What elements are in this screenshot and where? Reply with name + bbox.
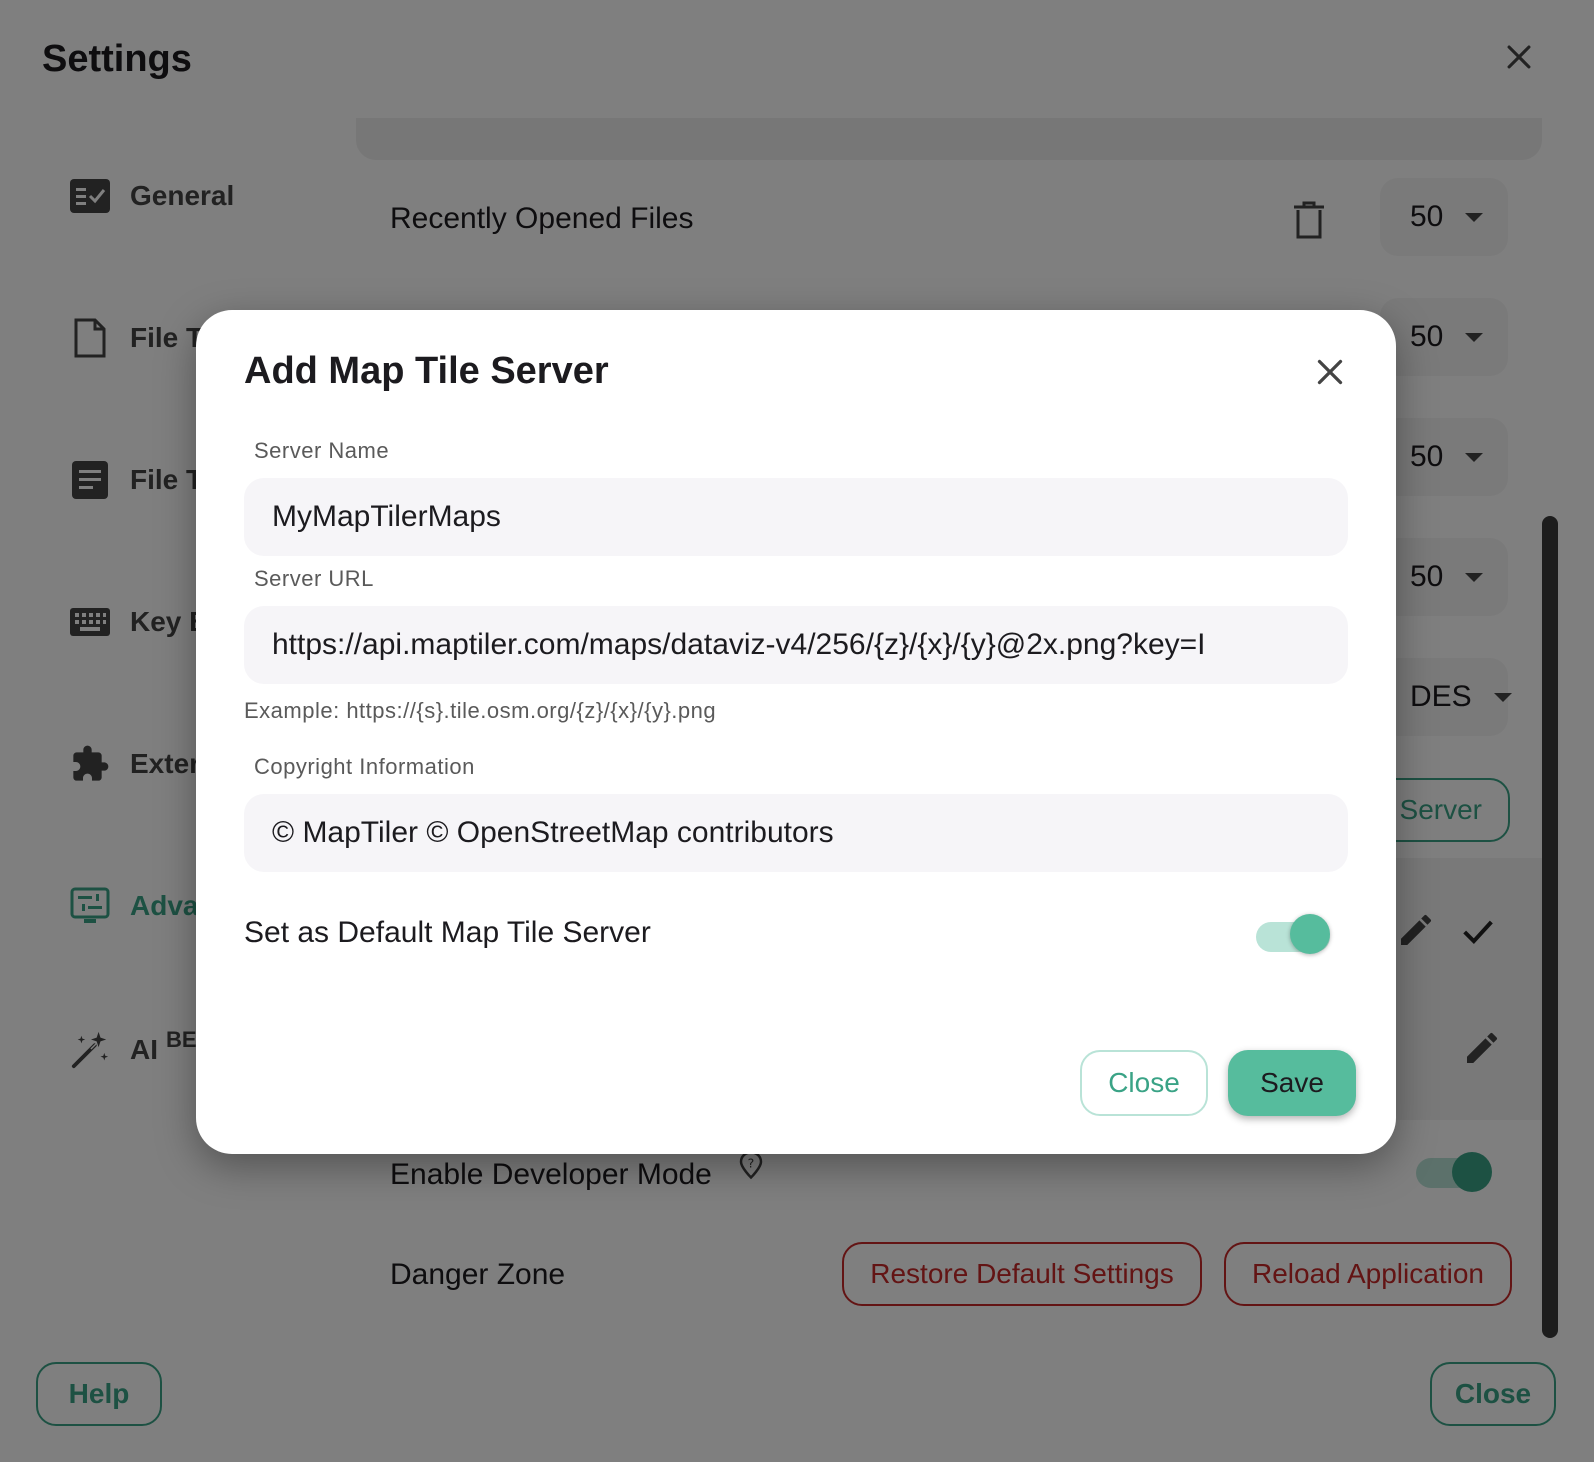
server-name-field[interactable] [244,478,1348,556]
close-button[interactable]: Close [1080,1050,1208,1116]
add-map-tile-server-dialog: Add Map Tile Server Server Name Server U… [196,310,1396,1154]
server-url-hint: Example: https://{s}.tile.osm.org/{z}/{x… [244,698,717,723]
dialog-title: Add Map Tile Server [244,350,609,392]
save-button[interactable]: Save [1228,1050,1356,1116]
server-name-label: Server Name [254,438,390,463]
copyright-label: Copyright Information [254,754,475,779]
default-server-label: Set as Default Map Tile Server [244,916,651,949]
server-url-field[interactable] [244,606,1348,684]
close-icon[interactable] [1312,354,1348,390]
copyright-input[interactable] [244,794,1348,872]
copyright-field[interactable] [244,794,1348,872]
server-url-input[interactable] [244,606,1348,684]
server-name-input[interactable] [244,478,1348,556]
server-url-label: Server URL [254,566,374,591]
